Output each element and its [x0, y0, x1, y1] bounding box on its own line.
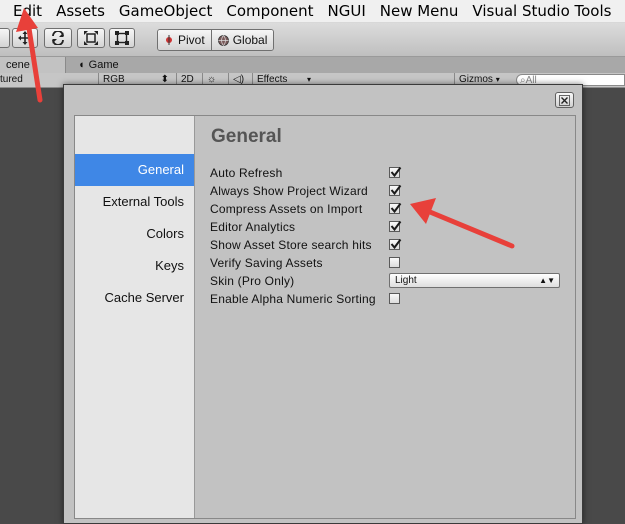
sidebar-item-cache-server[interactable]: Cache Server	[74, 282, 184, 314]
menu-edit[interactable]: Edit	[0, 0, 49, 22]
menu-ngui[interactable]: NGUI	[321, 0, 373, 22]
menu-bar: Edit Assets GameObject Component NGUI Ne…	[0, 0, 625, 23]
option-skin: Skin (Pro Only) Light ▲▼	[210, 272, 570, 290]
game-pacman-icon: ◖	[78, 59, 85, 71]
sidebar-item-colors[interactable]: Colors	[74, 218, 184, 250]
menu-gameobject[interactable]: GameObject	[112, 0, 220, 22]
tab-game-label: Game	[88, 59, 119, 71]
scale-icon	[84, 31, 98, 45]
option-alpha-sorting: Enable Alpha Numeric Sorting	[210, 290, 570, 308]
global-label: Global	[232, 33, 268, 47]
option-compress-assets: Compress Assets on Import	[210, 200, 570, 218]
globe-icon	[217, 34, 229, 46]
checkmark-icon	[390, 202, 402, 214]
rect-tool-icon	[115, 31, 129, 45]
dropdown-arrows-icon: ▲▼	[539, 276, 555, 285]
option-editor-analytics: Editor Analytics	[210, 218, 570, 236]
sidebar-item-external-tools[interactable]: External Tools	[74, 186, 184, 218]
skin-value: Light	[395, 275, 417, 286]
checkmark-icon	[390, 220, 402, 232]
option-label: Verify Saving Assets	[210, 256, 323, 270]
pivot-button[interactable]: Pivot	[158, 30, 211, 50]
section-title: General	[211, 126, 282, 147]
tab-scene[interactable]: cene	[0, 57, 66, 73]
preferences-panel: General External Tools Colors Keys Cache…	[74, 115, 576, 519]
option-verify-saving: Verify Saving Assets	[210, 254, 570, 272]
alpha-sorting-checkbox[interactable]	[389, 293, 400, 304]
sidebar-item-keys[interactable]: Keys	[74, 250, 184, 282]
pivot-toggle-group: Pivot Global	[157, 29, 275, 51]
toolbar: Pivot Global	[0, 23, 625, 57]
rotate-icon	[52, 31, 64, 45]
tab-game[interactable]: ◖ Game	[72, 57, 142, 73]
option-label: Auto Refresh	[210, 166, 283, 180]
shading-mode-dropdown[interactable]: tured	[0, 73, 66, 87]
skin-label: Skin (Pro Only)	[210, 274, 295, 288]
option-asset-store-hits: Show Asset Store search hits	[210, 236, 570, 254]
auto-refresh-checkbox[interactable]	[389, 166, 402, 178]
sidebar-item-general[interactable]: General	[75, 154, 194, 186]
verify-saving-checkbox[interactable]	[389, 257, 400, 268]
option-label: Always Show Project Wizard	[210, 184, 368, 198]
option-label: Show Asset Store search hits	[210, 238, 372, 252]
tab-scene-label: cene	[6, 59, 30, 71]
compress-assets-checkbox[interactable]	[389, 202, 402, 214]
shading-mode-label: tured	[0, 74, 23, 85]
pivot-icon	[166, 35, 172, 45]
tab-row: cene ◖ Game	[0, 57, 625, 74]
option-project-wizard: Always Show Project Wizard	[210, 182, 570, 200]
option-label: Editor Analytics	[210, 220, 296, 234]
pivot-label: Pivot	[178, 33, 205, 47]
menu-assets[interactable]: Assets	[49, 0, 112, 22]
chevron-down-icon: ▾	[495, 75, 500, 84]
close-button[interactable]	[555, 92, 574, 108]
scale-tool-button[interactable]	[77, 28, 105, 48]
menu-new-menu[interactable]: New Menu	[373, 0, 466, 22]
general-settings: General Auto Refresh Always Show Project…	[195, 116, 575, 518]
checkmark-icon	[390, 166, 402, 178]
project-wizard-checkbox[interactable]	[389, 184, 402, 196]
rect-tool-button[interactable]	[109, 28, 135, 48]
menu-component[interactable]: Component	[219, 0, 320, 22]
editor-analytics-checkbox[interactable]	[389, 220, 402, 232]
move-tool-button[interactable]	[12, 28, 38, 48]
asset-store-hits-checkbox[interactable]	[389, 238, 402, 250]
hand-tool-button[interactable]	[0, 28, 10, 48]
rotate-tool-button[interactable]	[44, 28, 72, 48]
preferences-window: General External Tools Colors Keys Cache…	[63, 84, 583, 524]
alpha-sorting-label: Enable Alpha Numeric Sorting	[210, 292, 376, 306]
preferences-sidebar: General External Tools Colors Keys Cache…	[75, 116, 195, 518]
move-icon	[18, 31, 32, 45]
close-icon	[559, 94, 570, 106]
global-button[interactable]: Global	[210, 30, 274, 50]
checkmark-icon	[390, 238, 402, 250]
menu-visual-studio-tools[interactable]: Visual Studio Tools	[465, 0, 618, 22]
option-label: Compress Assets on Import	[210, 202, 363, 216]
menu-window[interactable]: W	[618, 0, 625, 22]
checkmark-icon	[390, 184, 402, 196]
option-auto-refresh: Auto Refresh	[210, 164, 570, 182]
skin-dropdown[interactable]: Light ▲▼	[389, 273, 560, 288]
